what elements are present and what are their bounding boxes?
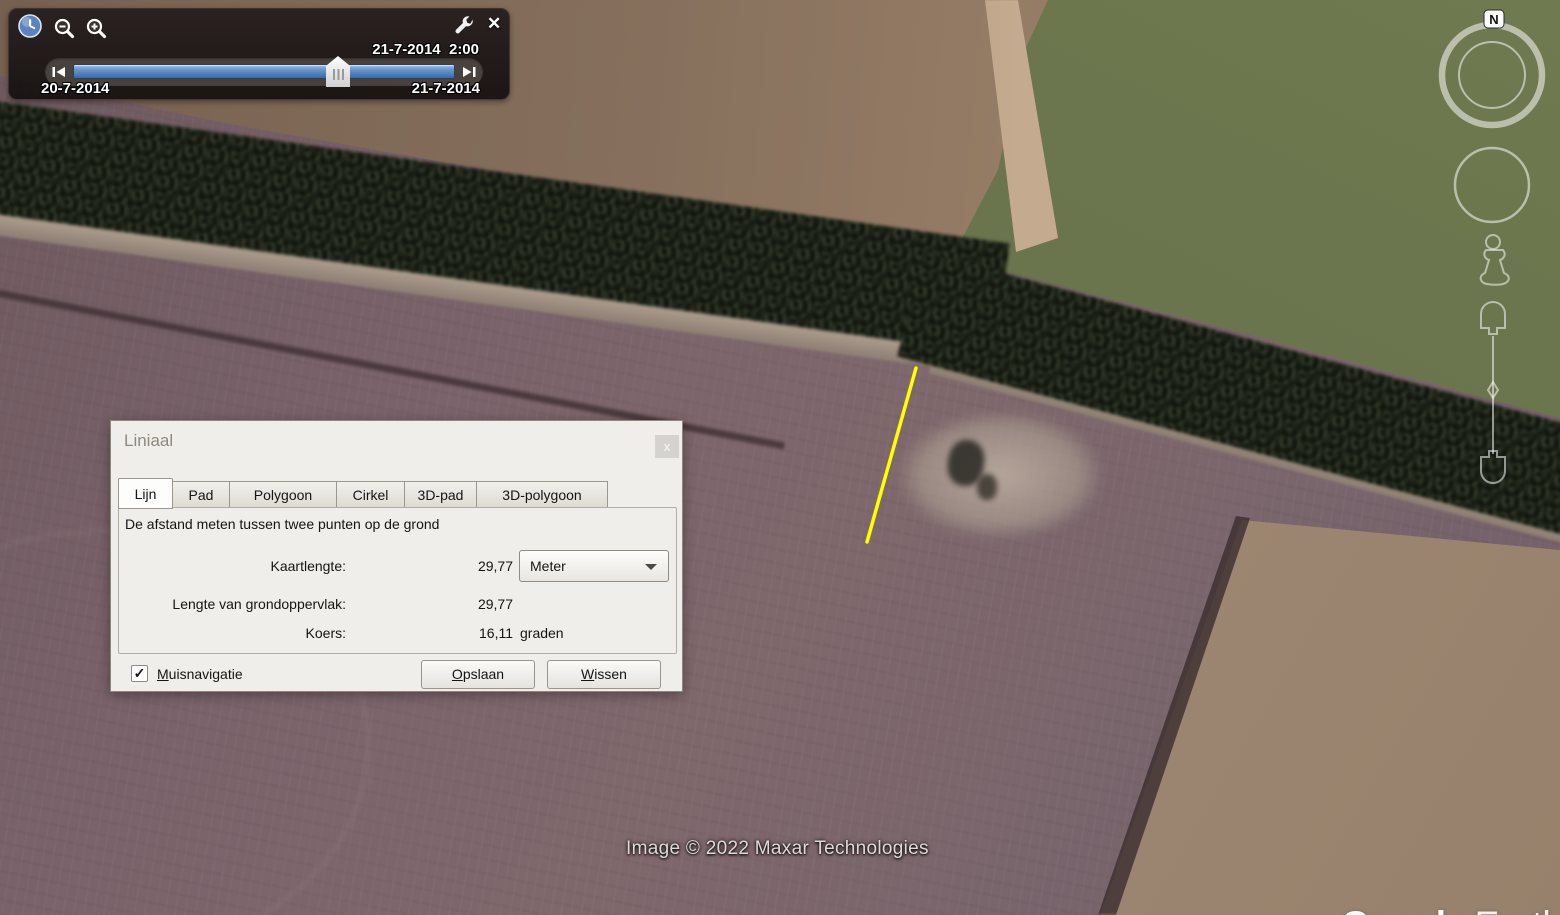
- timeline-current-label: 21-7-2014 2:00: [372, 41, 479, 58]
- compass-ring[interactable]: [1442, 25, 1542, 125]
- logo-earth: Earth: [1475, 904, 1560, 915]
- zoom-in-time-icon[interactable]: [85, 17, 107, 39]
- mouse-navigation-checkbox-row[interactable]: Muisnavigatie: [131, 665, 243, 682]
- map-length-value: 29,77: [346, 558, 513, 574]
- timeline-close-icon[interactable]: ✕: [487, 14, 501, 34]
- ground-length-label: Lengte van grondoppervlak:: [124, 596, 346, 612]
- look-joystick[interactable]: [1455, 148, 1529, 222]
- zoom-out-control[interactable]: [1481, 451, 1505, 483]
- mouse-navigation-label: Muisnavigatie: [157, 666, 243, 682]
- zoom-in-control[interactable]: [1481, 302, 1505, 334]
- heading-label: Koers:: [124, 625, 346, 641]
- tab-3d-pad[interactable]: 3D-pad: [405, 481, 477, 508]
- step-forward-button[interactable]: [461, 65, 477, 79]
- ground-length-row: Lengte van grondoppervlak: 29,77: [124, 589, 674, 619]
- dark-object-shadow: [977, 474, 997, 500]
- ruler-tabbar: Lijn Pad Polygoon Cirkel 3D-pad 3D-polyg…: [118, 477, 608, 508]
- measure-description: De afstand meten tussen twee punten op d…: [125, 516, 439, 532]
- compass-north-badge[interactable]: N: [1484, 10, 1504, 28]
- slider-grip-icon: [333, 69, 344, 80]
- map-length-row: Kaartlengte: 29,77 Meter: [124, 543, 674, 589]
- compass-inner-ring[interactable]: [1459, 42, 1525, 108]
- save-button[interactable]: Opslaan: [421, 660, 535, 689]
- zoom-slider[interactable]: [1481, 302, 1505, 483]
- tab-lijn[interactable]: Lijn: [118, 478, 173, 509]
- map-length-label: Kaartlengte:: [124, 558, 346, 574]
- tab-pad[interactable]: Pad: [173, 481, 230, 508]
- ground-length-value: 29,77: [346, 596, 513, 612]
- timeline-end-label: 21-7-2014: [412, 80, 480, 97]
- timeline-settings-wrench-icon[interactable]: [453, 15, 475, 37]
- dialog-close-icon[interactable]: x: [655, 435, 679, 458]
- time-slider-panel: ✕ 21-7-2014 2:00 20-7-2014 21-7-2014: [8, 8, 510, 100]
- google-earth-window: N Image © 2022 Maxar Technologies Google…: [0, 0, 1560, 915]
- heading-value: 16,11: [346, 625, 513, 641]
- measurement-fields: Kaartlengte: 29,77 Meter Lengte van gron…: [124, 543, 674, 647]
- chevron-down-icon: [645, 564, 657, 570]
- ruler-dialog: Liniaal x Lijn Pad Polygoon Cirkel 3D-pa…: [110, 420, 683, 692]
- time-slider-track[interactable]: [73, 64, 455, 79]
- step-back-button[interactable]: [51, 65, 67, 79]
- dialog-title: Liniaal: [124, 431, 173, 451]
- road-junction: [855, 385, 1145, 565]
- clear-button[interactable]: Wissen: [547, 660, 661, 689]
- unit-dropdown-value: Meter: [530, 558, 566, 574]
- clock-icon[interactable]: [17, 13, 43, 39]
- imagery-attribution: Image © 2022 Maxar Technologies: [626, 838, 929, 860]
- compass-north-label: N: [1489, 12, 1498, 27]
- unit-dropdown[interactable]: Meter: [519, 550, 669, 582]
- zoom-out-time-icon[interactable]: [53, 17, 75, 39]
- timeline-start-label: 20-7-2014: [41, 80, 109, 97]
- tab-polygoon[interactable]: Polygoon: [230, 481, 337, 508]
- tab-3d-polygoon[interactable]: 3D-polygoon: [477, 481, 608, 508]
- navigation-controls: N: [1432, 2, 1558, 537]
- heading-row: Koers: 16,11 graden: [124, 619, 674, 647]
- time-slider-handle[interactable]: [326, 56, 350, 87]
- mouse-navigation-checkbox[interactable]: [131, 665, 148, 682]
- heading-unit: graden: [513, 625, 674, 641]
- logo-google: Google: [1341, 904, 1465, 915]
- google-earth-logo: Google Earth: [1300, 862, 1560, 915]
- tab-cirkel[interactable]: Cirkel: [337, 481, 405, 508]
- pegman-icon[interactable]: [1481, 235, 1509, 285]
